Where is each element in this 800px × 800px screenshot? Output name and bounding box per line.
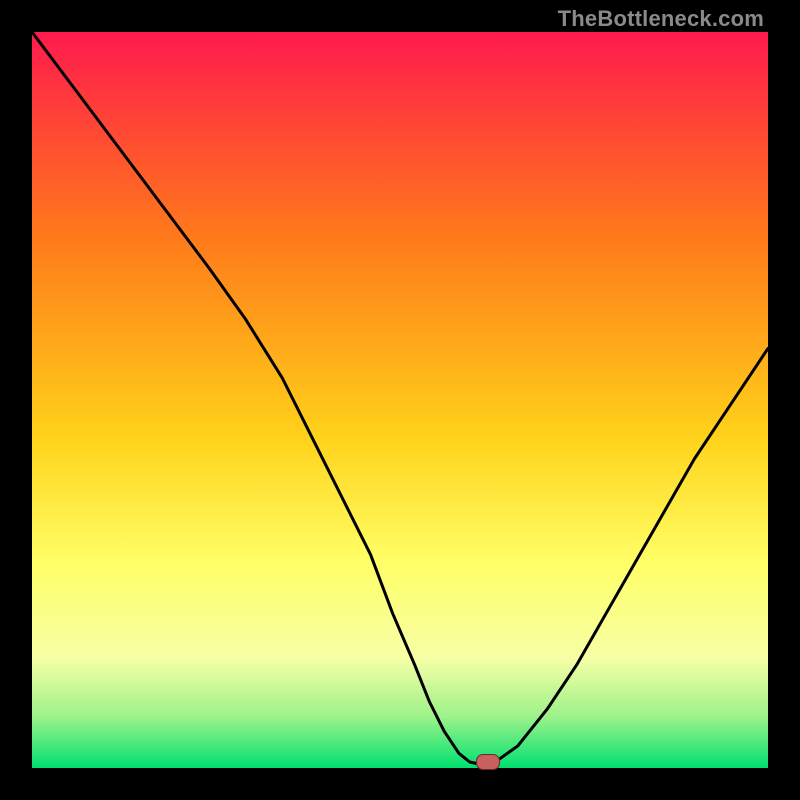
plot-area xyxy=(32,32,768,768)
bottleneck-curve xyxy=(32,32,768,768)
optimal-point-marker xyxy=(476,754,500,770)
watermark-text: TheBottleneck.com xyxy=(558,6,764,32)
chart-frame: TheBottleneck.com xyxy=(0,0,800,800)
